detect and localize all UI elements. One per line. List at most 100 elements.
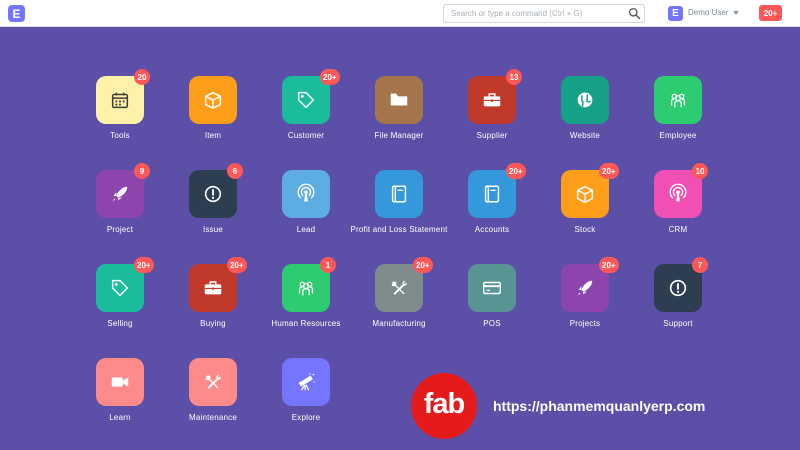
module-label: Maintenance (188, 413, 237, 422)
module-icon-tile[interactable] (189, 358, 237, 406)
module-icon-tile[interactable] (375, 170, 423, 218)
module-label: Issue (202, 225, 224, 234)
module-employee[interactable]: Employee (628, 76, 728, 156)
fab-logo-text: fab (423, 387, 465, 420)
module-label: Supplier (476, 131, 508, 140)
user-menu-toggle[interactable]: Demo User (688, 8, 728, 17)
module-label: Stock (574, 225, 596, 234)
module-notification-badge: 20 (134, 69, 150, 85)
folder-icon (390, 93, 408, 106)
module-icon-tile[interactable] (96, 358, 144, 406)
alert-icon (669, 279, 687, 297)
module-buying[interactable]: 20+ Buying (163, 257, 263, 344)
module-issue[interactable]: 6 Issue (163, 163, 263, 250)
module-notification-badge: 13 (506, 69, 522, 85)
module-stock[interactable]: 20+ Stock (535, 163, 635, 250)
module-tools[interactable]: 20 Tools (70, 69, 170, 156)
module-label: POS (483, 319, 501, 328)
module-icon-tile[interactable] (282, 358, 330, 406)
user-avatar[interactable]: E (668, 6, 683, 21)
module-notification-badge: 20+ (413, 257, 433, 273)
module-notification-badge: 20+ (599, 257, 619, 273)
module-label: Lead (296, 225, 316, 234)
module-pos[interactable]: POS (442, 264, 542, 344)
module-notification-badge: 20+ (134, 257, 154, 273)
website-url: https://phanmemquanlyerp.com (493, 398, 706, 414)
tag-icon (111, 279, 129, 297)
module-label: Profit and Loss Statement (350, 225, 448, 234)
module-label: Buying (200, 319, 226, 328)
module-notification-badge: 1 (320, 257, 336, 273)
search-input[interactable] (444, 5, 624, 22)
module-label: Website (569, 131, 601, 140)
navbar: E E Demo User 20+ (0, 0, 800, 27)
tools-icon (391, 280, 407, 295)
module-maintenance[interactable]: Maintenance (163, 358, 263, 438)
module-website[interactable]: Website (535, 76, 635, 156)
broadcast-icon (669, 183, 687, 202)
module-selling[interactable]: 20+ Selling (70, 257, 170, 344)
book-icon (484, 185, 500, 203)
module-notification-badge: 20+ (599, 163, 619, 179)
module-notification-badge: 6 (227, 163, 243, 179)
globe-icon (577, 92, 593, 108)
module-label: CRM (668, 225, 688, 234)
module-learn[interactable]: Learn (70, 358, 170, 438)
module-manufacturing[interactable]: 20+ Manufacturing (349, 257, 449, 344)
tools-icon (205, 374, 221, 389)
module-profit-and-loss-statement[interactable]: Profit and Loss Statement (349, 170, 449, 250)
box-icon (204, 91, 222, 109)
module-icon-tile[interactable] (468, 264, 516, 312)
module-icon-tile[interactable] (375, 76, 423, 124)
module-support[interactable]: 7 Support (628, 257, 728, 344)
module-label: Employee (659, 131, 697, 140)
module-notification-badge: 20+ (227, 257, 247, 273)
module-label: File Manager (374, 131, 424, 140)
rocket-icon (577, 280, 593, 296)
module-project[interactable]: 9 Project (70, 163, 170, 250)
module-label: Manufacturing (372, 319, 426, 328)
module-label: Accounts (474, 225, 510, 234)
module-icon-tile[interactable] (282, 170, 330, 218)
brand-logo[interactable]: E (8, 5, 25, 22)
users-icon (670, 93, 686, 108)
module-icon-tile[interactable] (561, 76, 609, 124)
module-supplier[interactable]: 13 Supplier (442, 69, 542, 156)
module-label: Tools (110, 131, 130, 140)
alert-icon (204, 185, 222, 203)
module-notification-badge: 7 (692, 257, 708, 273)
credit-card-icon (483, 281, 501, 295)
caret-down-icon[interactable] (733, 11, 739, 15)
module-label: Projects (569, 319, 601, 328)
module-label: Item (204, 131, 222, 140)
notification-badge[interactable]: 20+ (759, 5, 782, 21)
module-label: Project (106, 225, 134, 234)
module-lead[interactable]: Lead (256, 170, 356, 250)
module-item[interactable]: Item (163, 76, 263, 156)
module-notification-badge: 9 (134, 163, 150, 179)
calendar-icon (111, 92, 129, 109)
module-customer[interactable]: 20+ Customer (256, 69, 356, 156)
module-accounts[interactable]: 20+ Accounts (442, 163, 542, 250)
module-explore[interactable]: Explore (256, 358, 356, 438)
module-label: Learn (109, 413, 131, 422)
module-file-manager[interactable]: File Manager (349, 76, 449, 156)
box-icon (576, 185, 594, 203)
video-icon (111, 377, 129, 387)
search-icon[interactable] (628, 7, 641, 20)
broadcast-icon (297, 183, 315, 202)
book-icon (391, 185, 407, 203)
briefcase-icon (483, 93, 501, 107)
module-human-resources[interactable]: 1 Human Resources (256, 257, 356, 344)
users-icon (298, 281, 314, 296)
module-notification-badge: 10 (692, 163, 708, 179)
module-label: Selling (107, 319, 133, 328)
module-icon-tile[interactable] (189, 76, 237, 124)
module-icon-tile[interactable] (654, 76, 702, 124)
search-bar[interactable] (443, 4, 645, 23)
module-label: Customer (287, 131, 325, 140)
module-projects[interactable]: 20+ Projects (535, 257, 635, 344)
module-crm[interactable]: 10 CRM (628, 163, 728, 250)
tag-icon (297, 91, 315, 109)
module-label: Human Resources (271, 319, 341, 328)
